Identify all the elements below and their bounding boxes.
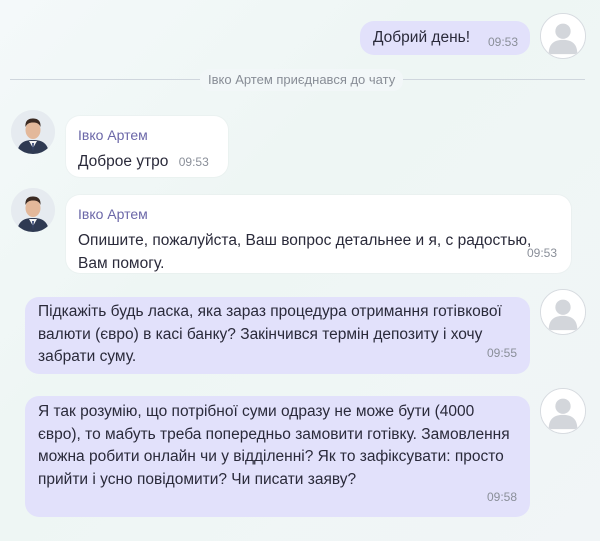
- message-incoming: Івко Артем Опишите, пожалуйста, Ваш вопр…: [66, 195, 571, 273]
- system-notice-text: Івко Артем приєднався до чату: [200, 69, 404, 91]
- message-time: 09:53: [526, 245, 557, 260]
- system-notice: Івко Артем приєднався до чату: [10, 69, 585, 91]
- message-outgoing: Підкажіть будь ласка, яка зараз процедур…: [25, 297, 530, 374]
- agent-avatar: [11, 188, 55, 232]
- user-avatar-icon: [540, 289, 586, 335]
- user-avatar-icon: [540, 13, 586, 59]
- sender-name: Івко Артем: [78, 127, 148, 143]
- message-incoming: Івко Артем Доброе утро 09:53: [66, 116, 228, 177]
- message-outgoing: Добрий день! 09:53: [360, 21, 530, 55]
- message-text: Я так розумію, що потрібної суми одразу …: [38, 403, 510, 488]
- message-time: 09:53: [178, 155, 209, 169]
- message-text: Доброе утро: [78, 153, 169, 170]
- chat-thread: Добрий день! 09:53 Івко Артем приєднався…: [0, 0, 600, 541]
- message-text: Опишите, пожалуйста, Ваш вопрос детальне…: [78, 232, 532, 272]
- message-text: Добрий день!: [373, 29, 471, 46]
- message-time: 09:55: [486, 345, 517, 360]
- sender-name: Івко Артем: [78, 206, 148, 222]
- message-time: 09:53: [487, 35, 518, 49]
- message-time: 09:58: [486, 489, 517, 504]
- agent-avatar: [11, 110, 55, 154]
- user-avatar-icon: [540, 388, 586, 434]
- message-text: Підкажіть будь ласка, яка зараз процедур…: [38, 303, 502, 365]
- message-outgoing: Я так розумію, що потрібної суми одразу …: [25, 396, 530, 517]
